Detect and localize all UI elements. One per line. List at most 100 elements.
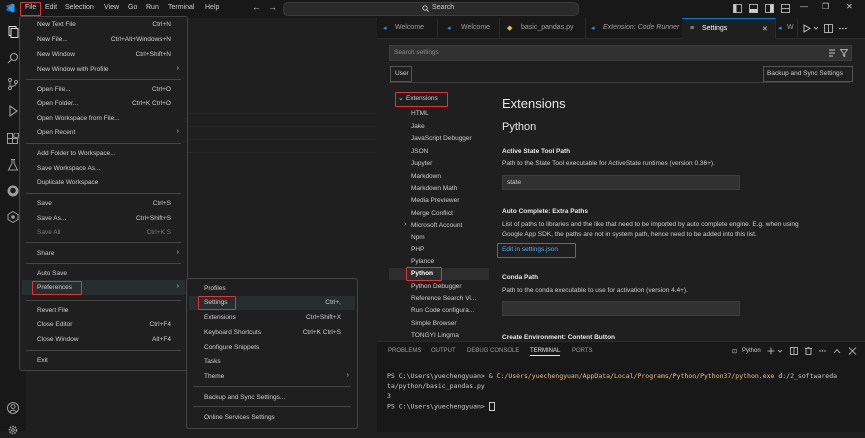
explorer-icon[interactable] xyxy=(7,26,19,38)
menu-item-add-folder[interactable]: Add Folder to Workspace... xyxy=(37,150,116,157)
menu-item-open-recent[interactable]: Open Recent xyxy=(37,129,75,136)
editor-actions[interactable] xyxy=(802,24,862,33)
toc-item[interactable]: Media Previewer xyxy=(411,197,459,204)
menu-item-share[interactable]: Share xyxy=(37,250,54,257)
manage-gear-icon[interactable] xyxy=(7,424,19,436)
panel-tab-ports[interactable]: PORTS xyxy=(572,348,593,354)
toc-item[interactable]: HTML xyxy=(411,110,429,117)
menu-item-theme[interactable]: Theme xyxy=(204,373,224,380)
conda-path-input[interactable] xyxy=(502,301,740,316)
toc-item[interactable]: Python Debugger xyxy=(411,283,462,290)
menu-item-tasks[interactable]: Tasks xyxy=(204,358,221,365)
github-icon[interactable] xyxy=(7,185,19,197)
run-debug-icon[interactable] xyxy=(7,104,19,118)
debug-dropdown-icon xyxy=(813,26,819,30)
settings-search-input[interactable]: Search settings xyxy=(389,45,852,61)
setting-title: Conda Path xyxy=(502,274,539,281)
back-arrow-icon[interactable]: ← xyxy=(252,2,261,12)
toc-item[interactable]: Microsoft Account xyxy=(411,222,462,229)
menu-item-close-window[interactable]: Close Window xyxy=(37,336,79,343)
toc-item[interactable]: Jupyter xyxy=(411,160,432,167)
setting-title: Create Environment: Content Button xyxy=(502,334,616,341)
tab-basic-pandas[interactable]: ◆ basic_pandas.py xyxy=(499,18,586,38)
command-center-search[interactable]: Search xyxy=(283,2,579,16)
menu-item-auto-save[interactable]: Auto Save xyxy=(37,270,67,277)
backup-sync-button[interactable]: Backup and Sync Settings xyxy=(763,66,853,82)
menu-item-configure-snippets[interactable]: Configure Snippets xyxy=(204,344,259,351)
testing-icon[interactable] xyxy=(7,159,19,171)
menu-item-backup-sync[interactable]: Backup and Sync Settings... xyxy=(204,394,285,401)
toc-item[interactable]: JavaScript Debugger xyxy=(411,135,472,142)
menu-edit[interactable]: Edit xyxy=(45,4,57,11)
menu-item-new-window-profile[interactable]: New Window with Profile xyxy=(37,66,109,73)
search-icon[interactable] xyxy=(7,52,19,64)
menu-item-new-window[interactable]: New Window xyxy=(37,51,75,58)
tab-overflow[interactable]: ◂ W xyxy=(775,18,798,38)
menu-item-save-as[interactable]: Save As... xyxy=(37,215,66,222)
toc-item[interactable]: Npm xyxy=(411,234,425,241)
menu-go[interactable]: Go xyxy=(128,4,137,11)
tab-welcome-1[interactable]: ◂ Welcome xyxy=(377,18,438,38)
menu-run[interactable]: Run xyxy=(146,4,159,11)
menu-item-open-file[interactable]: Open File... xyxy=(37,86,71,93)
toc-item[interactable]: Pylance xyxy=(411,258,434,265)
extensions-icon[interactable] xyxy=(7,132,20,145)
panel-tab-terminal[interactable]: TERMINAL xyxy=(530,348,561,356)
close-window-button[interactable]: ✕ xyxy=(846,2,853,11)
forward-arrow-icon[interactable]: → xyxy=(268,2,277,12)
panel-tab-problems[interactable]: PROBLEMS xyxy=(388,348,421,354)
menu-item-close-editor[interactable]: Close Editor xyxy=(37,321,72,328)
chevron-right-icon: › xyxy=(176,249,179,256)
toc-item[interactable]: Markdown Math xyxy=(411,185,457,192)
toc-item[interactable]: Run Code configura... xyxy=(411,307,474,314)
toc-item[interactable]: Merge Conflict xyxy=(411,210,453,217)
tab-settings[interactable]: ≡ Settings ✕ xyxy=(682,18,776,39)
menu-selection[interactable]: Selection xyxy=(65,4,94,11)
toc-item[interactable]: Reference Search Vi... xyxy=(411,295,476,302)
tab-welcome-2[interactable]: ◂ Welcome xyxy=(437,18,500,38)
accounts-icon[interactable] xyxy=(7,402,19,414)
menu-item-new-text-file[interactable]: New Text File xyxy=(37,21,76,28)
ai-assistant-icon[interactable] xyxy=(7,210,19,224)
menu-item-duplicate-workspace[interactable]: Duplicate Workspace xyxy=(37,179,98,186)
menu-item-profiles[interactable]: Profiles xyxy=(204,285,226,292)
menu-item-new-file[interactable]: New File... xyxy=(37,36,68,43)
restore-button[interactable]: ❐ xyxy=(822,2,829,11)
menu-item-keyboard-shortcuts[interactable]: Keyboard Shortcuts xyxy=(204,329,261,336)
menu-item-open-workspace[interactable]: Open Workspace from File... xyxy=(37,115,120,122)
user-scope-tab[interactable]: User xyxy=(390,66,412,82)
menu-item-online-services[interactable]: Online Services Settings xyxy=(204,414,275,421)
extensions-highlight xyxy=(395,92,448,107)
panel-tab-debug-console[interactable]: DEBUG CONSOLE xyxy=(467,348,519,354)
minimize-button[interactable]: — xyxy=(800,2,808,11)
tab-extension-code-runner[interactable]: ◂ Extension: Code Runner xyxy=(585,18,683,38)
toc-item[interactable]: Markdown xyxy=(411,173,441,180)
setting-description: Google App SDK, the paths are not in sys… xyxy=(502,231,757,238)
menu-item-exit[interactable]: Exit xyxy=(37,357,48,364)
menu-item-extensions[interactable]: Extensions xyxy=(204,314,236,321)
toc-item[interactable]: PHP xyxy=(411,246,424,253)
tab-close-icon[interactable]: ✕ xyxy=(762,25,768,33)
clear-settings-icon[interactable] xyxy=(828,49,836,57)
toc-item[interactable]: TONGYI Lingma xyxy=(411,332,459,339)
menu-view[interactable]: View xyxy=(104,4,119,11)
layout-toggle-icons[interactable] xyxy=(733,4,791,13)
toc-item[interactable]: Jake xyxy=(411,123,425,130)
menu-item-save-all[interactable]: Save All xyxy=(37,229,61,236)
active-state-tool-path-input[interactable]: state xyxy=(502,175,740,190)
menu-item-revert-file[interactable]: Revert File xyxy=(37,307,68,314)
menu-terminal[interactable]: Terminal xyxy=(168,4,194,11)
panel-tab-output[interactable]: OUTPUT xyxy=(431,348,456,354)
terminal-instance-name[interactable]: Python xyxy=(742,348,761,354)
tab-label: Extension: Code Runner xyxy=(603,24,680,31)
filter-icon[interactable] xyxy=(840,49,848,57)
source-control-icon[interactable] xyxy=(7,78,19,90)
vscode-tab-icon: ◂ xyxy=(778,25,782,32)
terminal-actions[interactable] xyxy=(767,347,859,355)
toc-item[interactable]: JSON xyxy=(411,148,428,155)
menu-item-save-workspace-as[interactable]: Save Workspace As... xyxy=(37,165,100,172)
menu-item-open-folder[interactable]: Open Folder... xyxy=(37,100,78,107)
menu-help[interactable]: Help xyxy=(205,4,219,11)
menu-item-save[interactable]: Save xyxy=(37,200,52,207)
toc-item[interactable]: Simple Browser xyxy=(411,320,457,327)
